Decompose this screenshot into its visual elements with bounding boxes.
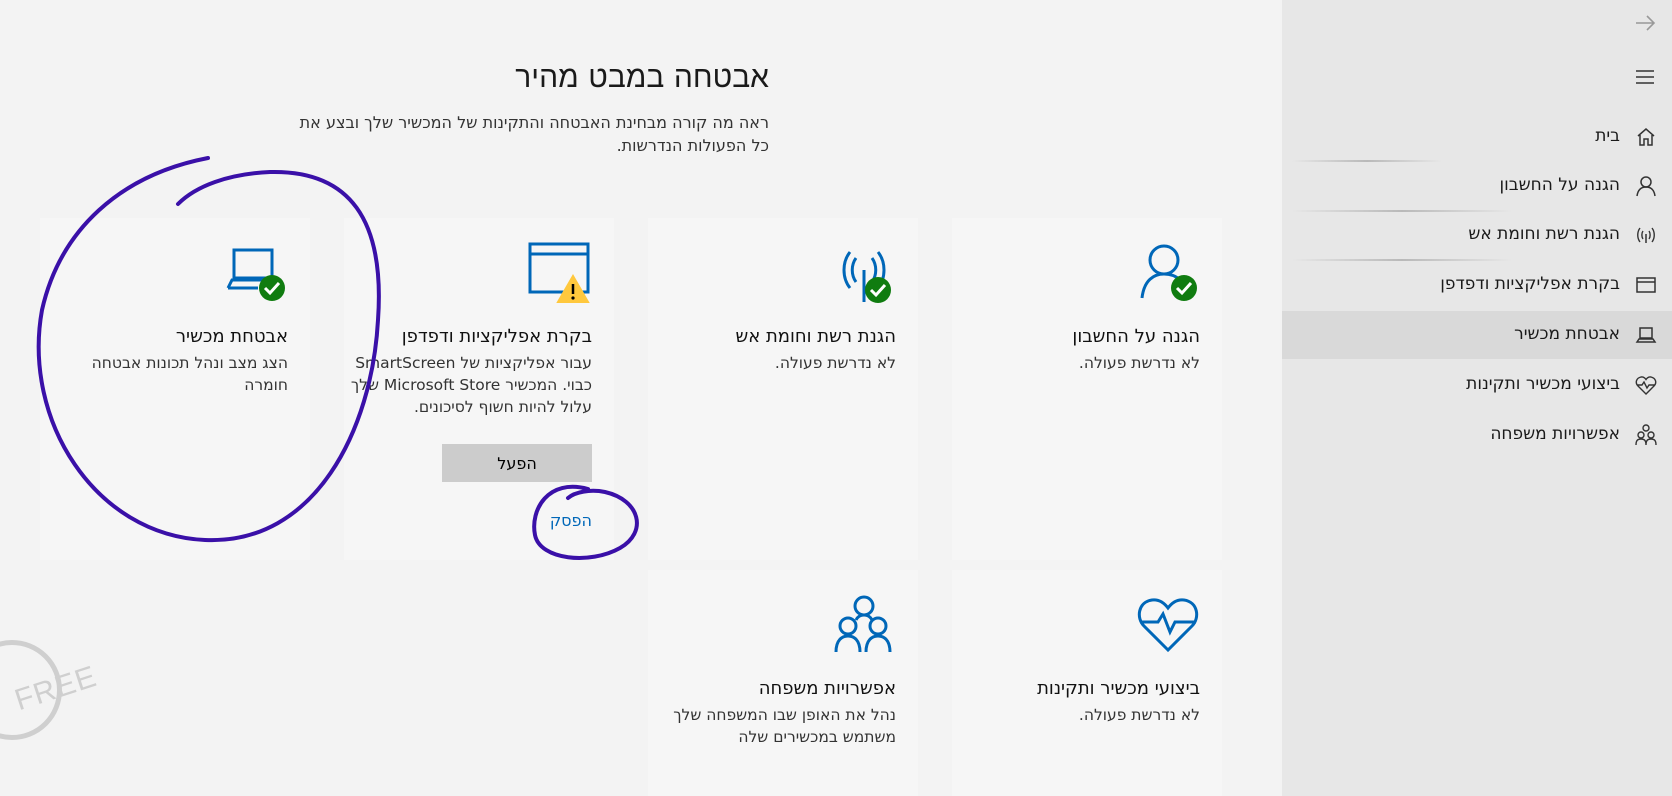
- sidebar-item-label: אבטחת מכשיר: [1514, 324, 1620, 344]
- sidebar: בית הגנה על החשבון הגנת רשת וחומת אש בקר…: [1282, 0, 1672, 796]
- hamburger-menu-icon[interactable]: [1630, 62, 1660, 92]
- annotation-overlay: [36, 156, 639, 560]
- back-arrow-icon[interactable]: [1630, 8, 1660, 38]
- sidebar-item-account-protection[interactable]: הגנה על החשבון: [1282, 162, 1672, 210]
- sidebar-item-label: בקרת אפליקציות ודפדפן: [1440, 274, 1620, 294]
- sidebar-item-family-options[interactable]: אפשרויות משפחה: [1282, 411, 1672, 459]
- person-icon: [1634, 174, 1658, 198]
- sidebar-item-device-health[interactable]: ביצועי מכשיר ותקינות: [1282, 361, 1672, 409]
- annotation-circle-device: [36, 156, 381, 543]
- sidebar-item-app-browser[interactable]: בקרת אפליקציות ודפדפן: [1282, 261, 1672, 309]
- sidebar-item-network[interactable]: הגנת רשת וחומת אש: [1282, 211, 1672, 259]
- family-icon: [1634, 423, 1658, 447]
- sidebar-item-label: בית: [1595, 126, 1620, 146]
- sidebar-item-device-security[interactable]: אבטחת מכשיר: [1282, 311, 1672, 359]
- heart-icon: [1634, 373, 1658, 397]
- sidebar-item-home[interactable]: בית: [1282, 113, 1672, 161]
- sidebar-item-label: הגנה על החשבון: [1499, 175, 1621, 195]
- laptop-icon: [1634, 323, 1658, 347]
- sidebar-item-label: אפשרויות משפחה: [1490, 424, 1620, 444]
- main-content: אבטחה במבט מהיר ראה מה קורה מבחינת האבטח…: [0, 0, 1282, 796]
- browser-window-icon: [1634, 273, 1658, 297]
- sidebar-item-label: הגנת רשת וחומת אש: [1468, 224, 1620, 244]
- antenna-icon: [1634, 223, 1658, 247]
- sidebar-item-label: ביצועי מכשיר ותקינות: [1466, 374, 1620, 394]
- annotation-circle-dismiss: [532, 484, 639, 560]
- home-icon: [1634, 125, 1658, 149]
